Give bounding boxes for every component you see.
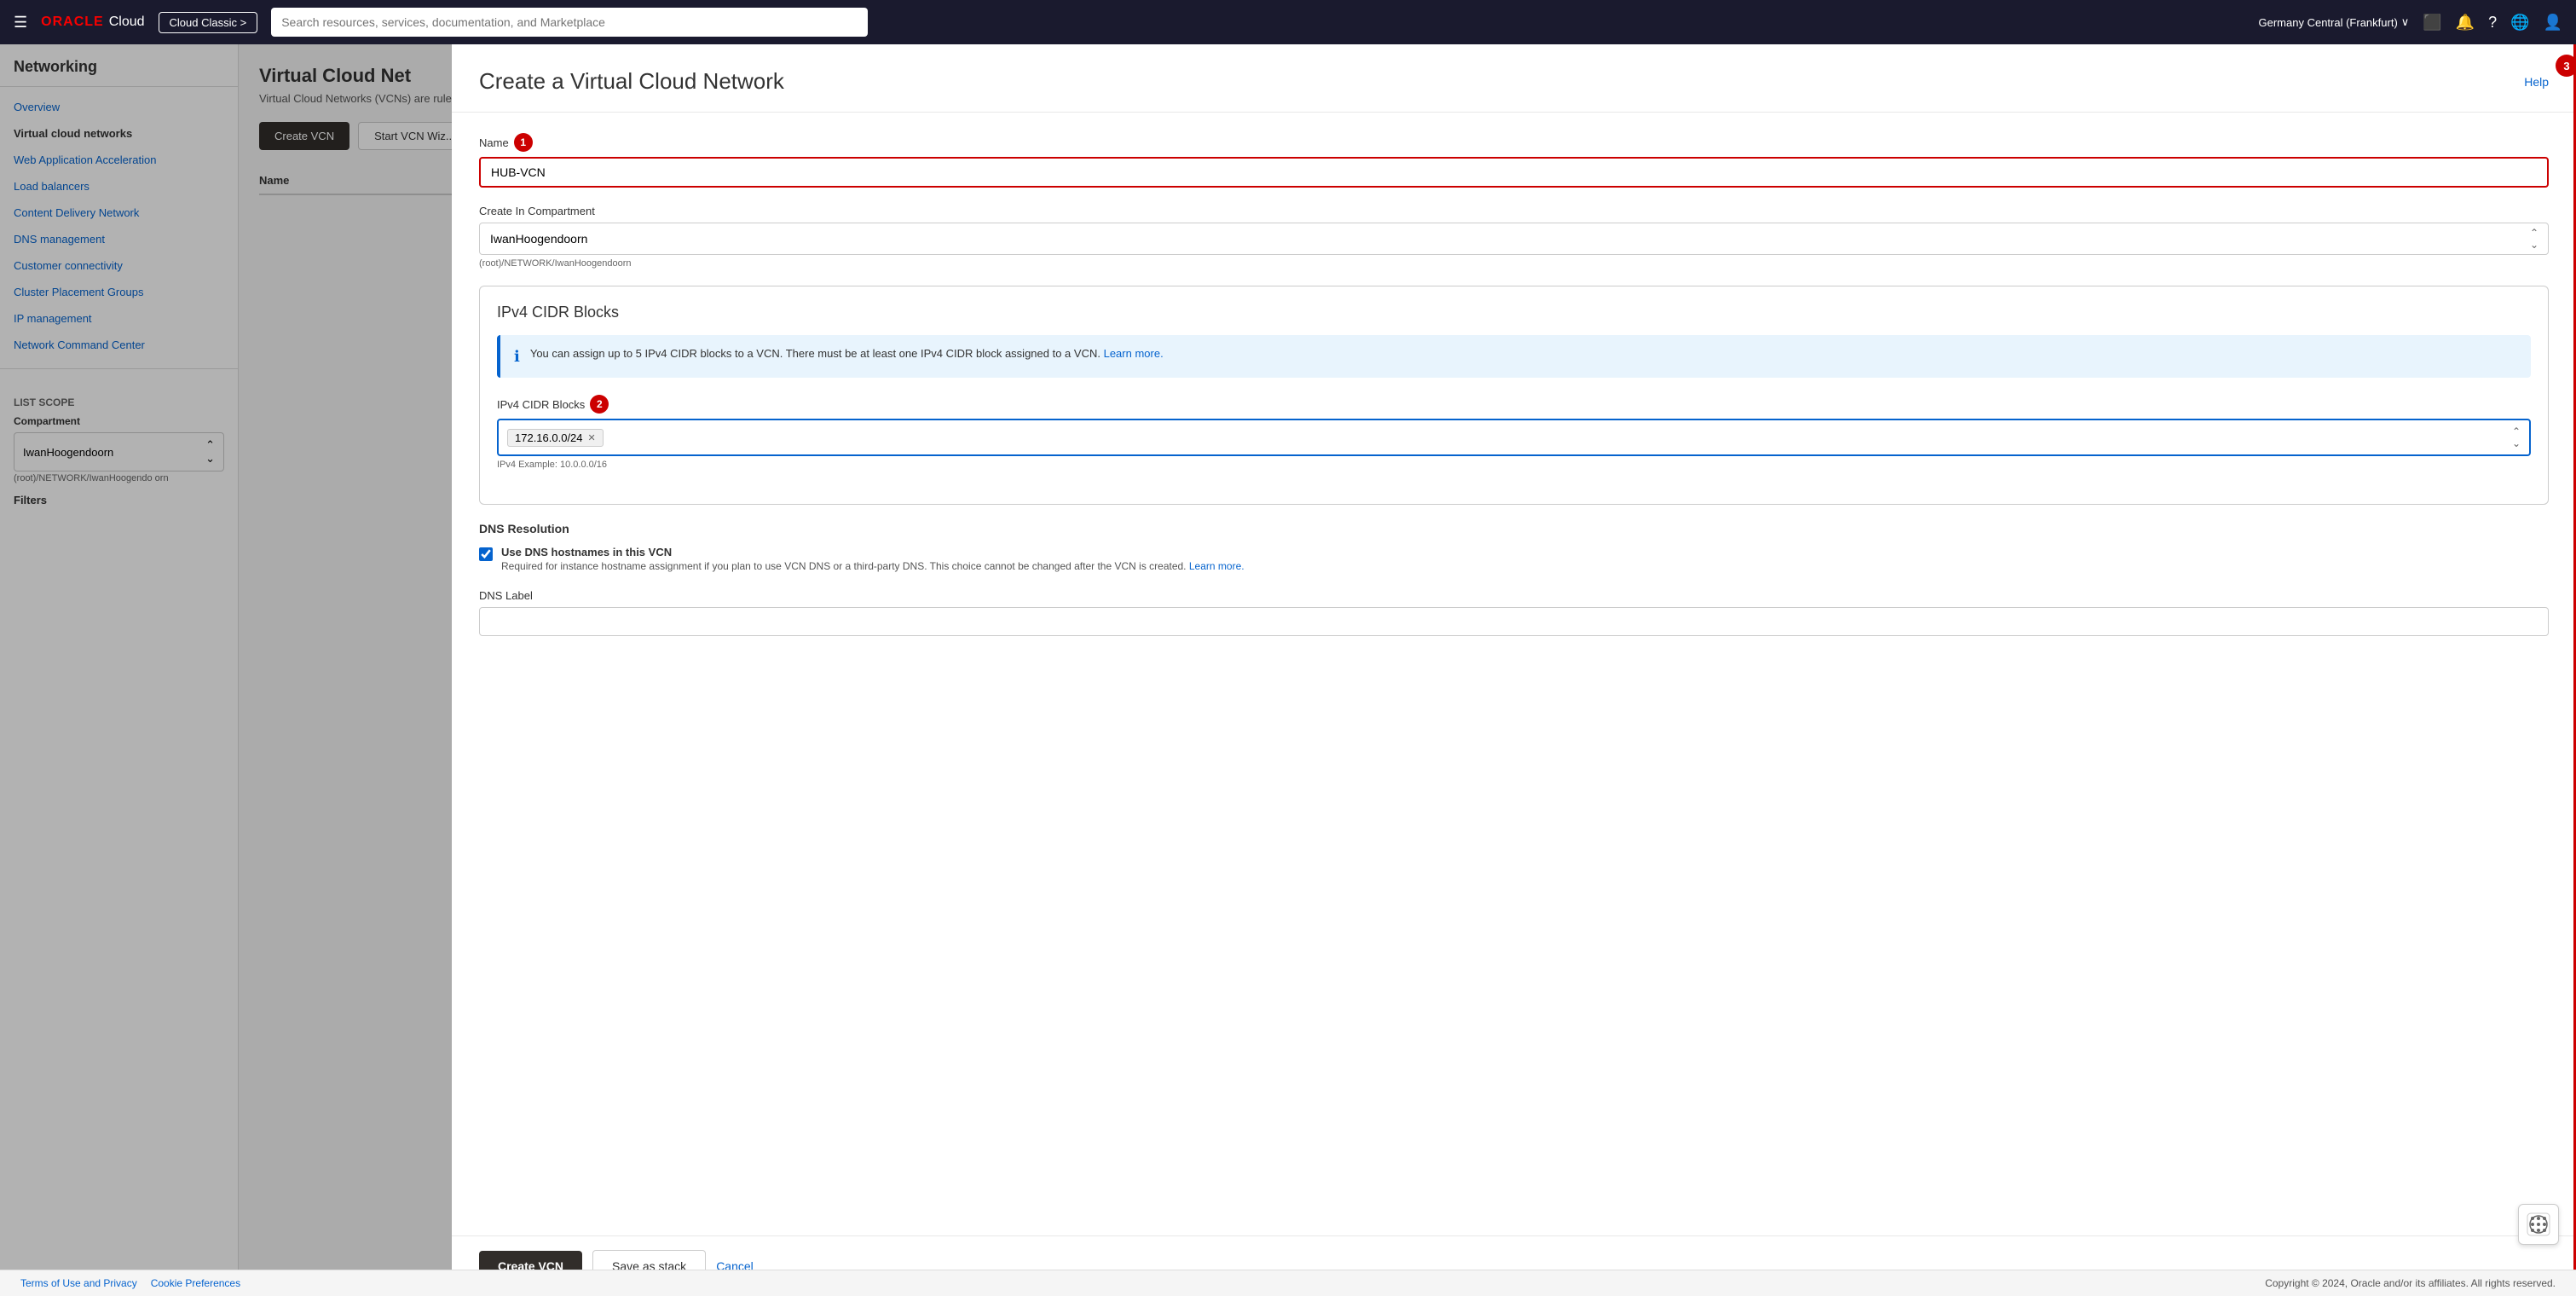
search-input[interactable] [271, 8, 868, 37]
help-widget[interactable] [2518, 1204, 2559, 1245]
cidr-tag: 172.16.0.0/24 ✕ [507, 429, 604, 447]
badge-1: 1 [514, 133, 533, 152]
name-form-group: Name 1 [479, 133, 2549, 188]
bottom-links: Terms of Use and Privacy Cookie Preferen… [20, 1277, 240, 1289]
cidr-info-text: You can assign up to 5 IPv4 CIDR blocks … [530, 347, 1164, 360]
compartment-field-label: Create In Compartment [479, 205, 2549, 217]
info-icon: ℹ [514, 348, 520, 366]
region-selector[interactable]: Germany Central (Frankfurt) ∨ [2259, 15, 2410, 29]
cidr-text-input[interactable] [610, 431, 2505, 444]
globe-icon[interactable]: 🌐 [2510, 14, 2529, 32]
compartment-form-group: Create In Compartment IwanHoogendoorn ⌃⌄… [479, 205, 2549, 269]
cidr-tag-value: 172.16.0.0/24 [515, 431, 583, 444]
modal-title: Create a Virtual Cloud Network [479, 68, 784, 95]
dns-checkbox-row: Use DNS hostnames in this VCN Required f… [479, 546, 2549, 572]
badge-3: 3 [2556, 55, 2576, 77]
oracle-logo-text: ORACLE [41, 14, 104, 30]
compartment-field-select[interactable]: IwanHoogendoorn [479, 223, 2549, 255]
help-link[interactable]: Help [2524, 75, 2549, 89]
dns-label-section: DNS Label [479, 589, 2549, 636]
nav-right: Germany Central (Frankfurt) ∨ ⬛ 🔔 ? 🌐 👤 [2259, 14, 2562, 32]
cidr-form-group: IPv4 CIDR Blocks 2 172.16.0.0/24 ✕ ⌃⌄ IP… [497, 395, 2531, 470]
copyright-text: Copyright © 2024, Oracle and/or its affi… [2265, 1277, 2556, 1289]
cidr-input-wrapper: 172.16.0.0/24 ✕ ⌃⌄ [497, 419, 2531, 456]
dns-label-field-label: DNS Label [479, 589, 2549, 602]
name-input[interactable] [479, 157, 2549, 188]
top-nav: ☰ ORACLE Cloud Cloud Classic > Germany C… [0, 0, 2576, 44]
dns-checkbox-content: Use DNS hostnames in this VCN Required f… [501, 546, 1245, 572]
user-avatar-icon[interactable]: 👤 [2544, 14, 2562, 32]
terminal-icon[interactable]: ⬛ [2423, 14, 2441, 32]
terms-link[interactable]: Terms of Use and Privacy [20, 1277, 137, 1289]
modal-panel: 3 Create a Virtual Cloud Network Help Na… [452, 44, 2576, 1296]
modal-overlay: 3 Create a Virtual Cloud Network Help Na… [0, 44, 2576, 1296]
modal-header: Create a Virtual Cloud Network Help [452, 44, 2576, 113]
modal-body: Name 1 Create In Compartment IwanHoogend… [452, 113, 2576, 1235]
cloud-logo-text: Cloud [109, 14, 145, 30]
cidr-section: IPv4 CIDR Blocks ℹ You can assign up to … [479, 286, 2549, 505]
dns-section: DNS Resolution Use DNS hostnames in this… [479, 522, 2549, 572]
cidr-section-title: IPv4 CIDR Blocks [497, 304, 2531, 321]
cookie-link[interactable]: Cookie Preferences [151, 1277, 240, 1289]
region-label: Germany Central (Frankfurt) [2259, 16, 2398, 29]
oracle-logo: ORACLE Cloud [41, 14, 144, 30]
region-arrow-icon: ∨ [2401, 15, 2410, 29]
compartment-field-path: (root)/NETWORK/IwanHoogendoorn [479, 258, 2549, 269]
bottom-bar: Terms of Use and Privacy Cookie Preferen… [0, 1270, 2576, 1296]
dns-section-title: DNS Resolution [479, 522, 2549, 535]
cidr-learn-more-link[interactable]: Learn more. [1104, 347, 1164, 360]
dns-label-input[interactable] [479, 607, 2549, 636]
dns-learn-more-link[interactable]: Learn more. [1189, 560, 1245, 572]
badge-2: 2 [590, 395, 609, 414]
hamburger-icon[interactable]: ☰ [14, 14, 27, 32]
cidr-tag-remove-icon[interactable]: ✕ [588, 432, 596, 443]
dns-checkbox-desc: Required for instance hostname assignmen… [501, 560, 1245, 572]
dns-checkbox[interactable] [479, 547, 493, 561]
cidr-info-box: ℹ You can assign up to 5 IPv4 CIDR block… [497, 335, 2531, 378]
bell-icon[interactable]: 🔔 [2456, 14, 2475, 32]
cidr-label: IPv4 CIDR Blocks 2 [497, 395, 2531, 414]
name-label: Name 1 [479, 133, 2549, 152]
cidr-example-text: IPv4 Example: 10.0.0.0/16 [497, 460, 2531, 470]
dns-checkbox-label: Use DNS hostnames in this VCN [501, 546, 1245, 558]
compartment-select-wrapper: IwanHoogendoorn ⌃⌄ [479, 223, 2549, 255]
help-circle-icon[interactable]: ? [2488, 14, 2497, 32]
cidr-arrow-icon: ⌃⌄ [2512, 425, 2521, 449]
cloud-classic-button[interactable]: Cloud Classic > [159, 12, 258, 33]
